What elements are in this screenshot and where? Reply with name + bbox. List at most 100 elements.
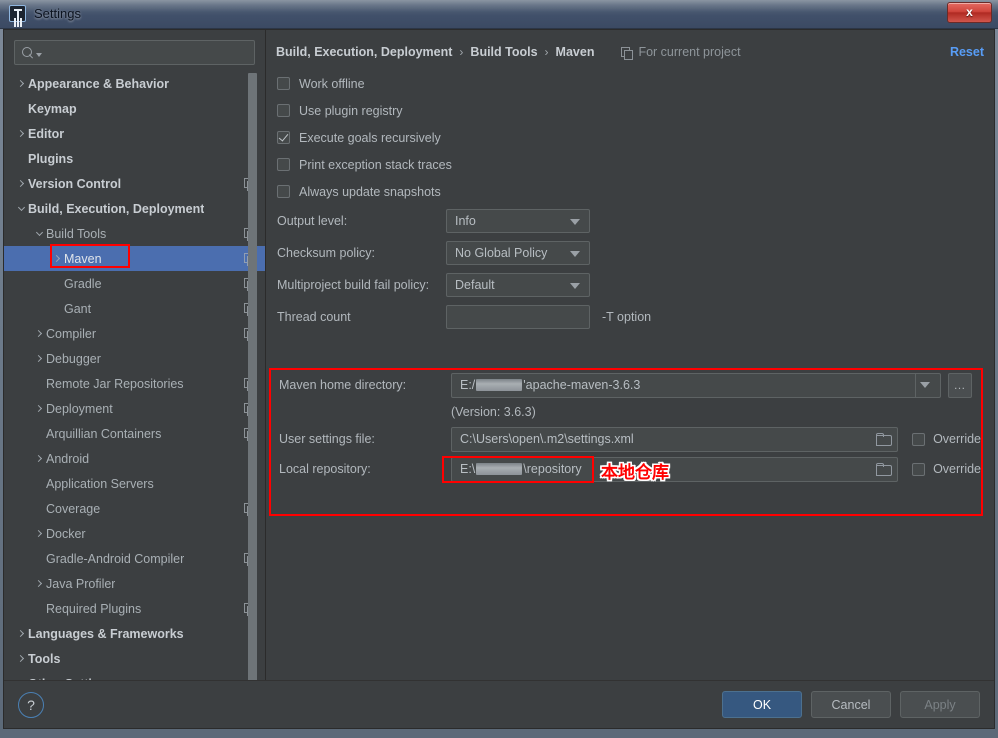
- sidebar-item-remote-jar-repositories[interactable]: Remote Jar Repositories: [4, 371, 265, 396]
- close-icon[interactable]: x: [947, 2, 992, 23]
- maven-home-combo[interactable]: E:/'apache-maven-3.6.3: [451, 372, 941, 398]
- sidebar-item-label: Gradle-Android Compiler: [46, 551, 185, 566]
- chevron-right-icon[interactable]: [14, 654, 28, 663]
- search-input[interactable]: [46, 44, 248, 61]
- checksum-policy-select[interactable]: No Global Policy: [446, 241, 590, 265]
- sidebar-scrollbar-thumb[interactable]: [248, 73, 257, 682]
- chevron-right-icon[interactable]: [32, 454, 46, 463]
- chevron-right-icon[interactable]: [32, 529, 46, 538]
- chevron-right-icon[interactable]: [32, 579, 46, 588]
- sidebar-item-compiler[interactable]: Compiler: [4, 321, 265, 346]
- sidebar-item-coverage[interactable]: Coverage: [4, 496, 265, 521]
- search-box[interactable]: [14, 40, 255, 65]
- window-titlebar: Settings x: [0, 0, 998, 29]
- dialog-button-group: OK Cancel Apply: [722, 691, 980, 718]
- sidebar-item-plugins[interactable]: Plugins: [4, 146, 265, 171]
- local-repository-value: E:\ \repository: [460, 462, 582, 476]
- chevron-right-icon[interactable]: [32, 329, 46, 338]
- user-settings-override-group[interactable]: Override: [912, 432, 981, 446]
- checkbox-row-use-plugin-registry[interactable]: Use plugin registry: [266, 97, 994, 124]
- thread-count-input[interactable]: [446, 305, 590, 329]
- multiproject-policy-select[interactable]: Default: [446, 273, 590, 297]
- checkbox-row-execute-goals-recursively[interactable]: Execute goals recursively: [266, 124, 994, 151]
- apply-button[interactable]: Apply: [900, 691, 980, 718]
- chevron-right-icon[interactable]: [14, 179, 28, 188]
- ok-button[interactable]: OK: [722, 691, 802, 718]
- breadcrumb-item-maven[interactable]: Maven: [556, 45, 595, 59]
- maven-options-checkbox-list: Work offline Use plugin registry Execute g…: [266, 70, 994, 205]
- chevron-down-icon[interactable]: [915, 373, 934, 397]
- sidebar-item-application-servers[interactable]: Application Servers: [4, 471, 265, 496]
- sidebar-item-build-tools[interactable]: Build Tools: [4, 221, 265, 246]
- sidebar-item-label: Remote Jar Repositories: [46, 376, 184, 391]
- sidebar-item-label: Android: [46, 451, 90, 466]
- sidebar-item-build-execution-deployment[interactable]: Build, Execution, Deployment: [4, 196, 265, 221]
- output-level-select[interactable]: Info: [446, 209, 590, 233]
- folder-icon[interactable]: [876, 463, 893, 476]
- thread-count-row: Thread count -T option: [266, 301, 994, 333]
- local-repository-label: Local repository:: [279, 462, 371, 476]
- sidebar-item-docker[interactable]: Docker: [4, 521, 265, 546]
- output-level-row: Output level: Info: [266, 205, 994, 237]
- checksum-policy-label: Checksum policy:: [277, 246, 375, 260]
- sidebar-item-version-control[interactable]: Version Control: [4, 171, 265, 196]
- sidebar-item-gradle[interactable]: Gradle: [4, 271, 265, 296]
- sidebar-item-arquillian-containers[interactable]: Arquillian Containers: [4, 421, 265, 446]
- sidebar-item-label: Compiler: [46, 326, 97, 341]
- reset-link[interactable]: Reset: [950, 45, 984, 59]
- local-repository-override-checkbox[interactable]: [912, 462, 926, 476]
- checkbox-work-offline[interactable]: [277, 77, 290, 90]
- checkbox-use-plugin-registry[interactable]: [277, 104, 290, 117]
- checkbox-label: Execute goals recursively: [299, 130, 441, 145]
- chevron-right-icon[interactable]: [50, 254, 64, 263]
- sidebar-item-keymap[interactable]: Keymap: [4, 96, 265, 121]
- cancel-button[interactable]: Cancel: [811, 691, 891, 718]
- sidebar-item-required-plugins[interactable]: Required Plugins: [4, 596, 265, 621]
- user-settings-value: C:\Users\open\.m2\settings.xml: [460, 432, 634, 446]
- sidebar-item-label: Docker: [46, 526, 86, 541]
- chevron-right-icon[interactable]: [32, 354, 46, 363]
- checkbox-always-update-snapshots[interactable]: [277, 185, 290, 198]
- chevron-right-icon[interactable]: [32, 404, 46, 413]
- chevron-down-icon[interactable]: [14, 203, 28, 212]
- breadcrumb-separator: ›: [544, 45, 549, 59]
- folder-icon[interactable]: [876, 433, 893, 446]
- maven-settings-form: Work offline Use plugin registry Execute g…: [266, 70, 994, 682]
- sidebar-item-label: Gradle: [64, 276, 102, 291]
- sidebar-item-debugger[interactable]: Debugger: [4, 346, 265, 371]
- checkbox-execute-goals-recursively[interactable]: [277, 131, 290, 144]
- checkbox-row-work-offline[interactable]: Work offline: [266, 70, 994, 97]
- user-settings-input[interactable]: C:\Users\open\.m2\settings.xml: [451, 426, 899, 452]
- checkbox-row-always-update-snapshots[interactable]: Always update snapshots: [266, 178, 994, 205]
- checkbox-print-exception-stack-traces[interactable]: [277, 158, 290, 171]
- local-repository-input[interactable]: E:\ \repository: [451, 456, 899, 482]
- chevron-right-icon[interactable]: [14, 129, 28, 138]
- sidebar-item-gant[interactable]: Gant: [4, 296, 265, 321]
- sidebar-item-tools[interactable]: Tools: [4, 646, 265, 671]
- sidebar-item-editor[interactable]: Editor: [4, 121, 265, 146]
- sidebar-item-deployment[interactable]: Deployment: [4, 396, 265, 421]
- chevron-down-icon[interactable]: [32, 228, 46, 237]
- sidebar-item-label: Gant: [64, 301, 92, 316]
- maven-home-browse-button[interactable]: …: [948, 372, 972, 398]
- checksum-policy-row: Checksum policy: No Global Policy: [266, 237, 994, 269]
- sidebar-item-languages-frameworks[interactable]: Languages & Frameworks: [4, 621, 265, 646]
- breadcrumb-item-build-execution-deployment[interactable]: Build, Execution, Deployment: [276, 45, 452, 59]
- sidebar-item-android[interactable]: Android: [4, 446, 265, 471]
- settings-tree: Appearance & Behavior Keymap Editor Plugins…: [4, 71, 265, 682]
- checkbox-row-print-exception-stack-traces[interactable]: Print exception stack traces: [266, 151, 994, 178]
- user-settings-override-checkbox[interactable]: [912, 432, 926, 446]
- sidebar-item-gradle-android-compiler[interactable]: Gradle-Android Compiler: [4, 546, 265, 571]
- help-button[interactable]: ?: [18, 691, 44, 718]
- user-settings-override-label: Override: [933, 432, 981, 446]
- sidebar-item-appearance-behavior[interactable]: Appearance & Behavior: [4, 71, 265, 96]
- sidebar-item-maven[interactable]: Maven: [4, 244, 265, 271]
- chevron-right-icon[interactable]: [14, 79, 28, 88]
- breadcrumb-item-build-tools[interactable]: Build Tools: [470, 45, 537, 59]
- sidebar-item-label: Languages & Frameworks: [28, 626, 184, 641]
- sidebar-item-java-profiler[interactable]: Java Profiler: [4, 571, 265, 596]
- chevron-right-icon[interactable]: [14, 629, 28, 638]
- sidebar-item-label: Arquillian Containers: [46, 426, 162, 441]
- local-repository-override-group[interactable]: Override: [912, 462, 981, 476]
- settings-dialog: Appearance & Behavior Keymap Editor Plugins…: [3, 29, 995, 729]
